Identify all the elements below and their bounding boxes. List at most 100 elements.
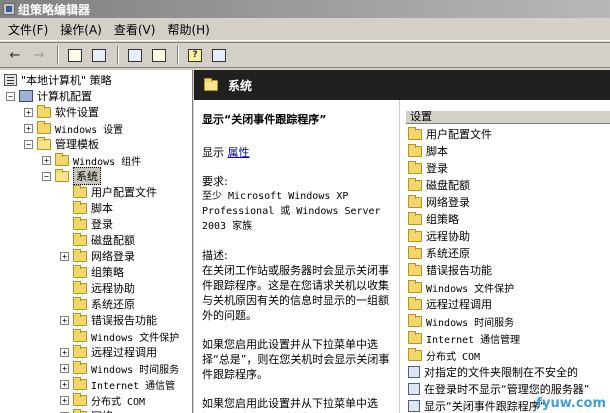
forward-button[interactable]: → (28, 45, 50, 65)
folder-icon (408, 126, 422, 140)
tree-item-computer-config[interactable]: − 计算机配置 (6, 88, 92, 104)
expand-toggle[interactable]: + (60, 347, 69, 357)
list-item[interactable]: Windows 时间服务 (408, 313, 514, 329)
setting-icon (408, 366, 420, 378)
policy-icon (4, 74, 17, 86)
setting-icon (408, 400, 420, 412)
requirements-label: 要求: (202, 175, 228, 188)
console-tree: "本地计算机" 策略 − 计算机配置 + 软件设置 + Windows 设置 −… (0, 70, 193, 413)
menu-action[interactable]: 操作(A) (56, 21, 110, 38)
list-item[interactable]: 系统还原 (408, 245, 470, 261)
collapse-toggle[interactable]: − (42, 171, 51, 181)
folder-icon (408, 228, 422, 242)
expand-toggle[interactable]: + (60, 363, 69, 373)
expand-toggle[interactable]: + (42, 155, 51, 165)
expand-toggle[interactable]: + (60, 395, 69, 405)
show-hide-tree-button[interactable] (88, 45, 110, 65)
folder-icon (408, 177, 422, 191)
up-one-level-button[interactable] (64, 45, 86, 65)
details-pane: 系统 显示“关闭事件跟踪程序” 显示 属性 要求: 至少 Microsoft W… (194, 70, 610, 413)
tree-item-admin-templates[interactable]: − 管理模板 (24, 136, 99, 152)
properties-link[interactable]: 属性 (228, 146, 250, 159)
description-paragraph: 如果您启用此设置并从下拉菜单中选择“总是”，则在您关机时会显示关闭事件跟踪程序。 (202, 338, 390, 381)
list-item[interactable]: 分布式 COM (408, 347, 480, 363)
folder-icon (408, 194, 422, 208)
description-view-icon (212, 48, 226, 62)
list-item[interactable]: 网络登录 (408, 194, 470, 210)
tree-item-system-child[interactable]: +网络 (60, 408, 113, 413)
export-list-button[interactable] (148, 45, 170, 65)
tree-item-software-settings[interactable]: + 软件设置 (24, 104, 99, 120)
folder-icon (408, 296, 422, 310)
folder-icon (73, 200, 87, 214)
collapse-toggle[interactable]: − (6, 91, 15, 101)
up-folder-icon (68, 48, 82, 62)
computer-icon (19, 90, 33, 102)
display-properties-line: 显示 属性 (202, 146, 250, 159)
list-item[interactable]: 远程过程调用 (408, 296, 492, 312)
tree-item-system-child[interactable]: + 远程过程调用 (60, 344, 157, 360)
tree-item-system-child[interactable]: + Internet 通信管 (60, 376, 175, 392)
folder-icon (73, 376, 87, 390)
open-folder-icon (55, 168, 69, 182)
folder-icon (408, 279, 422, 293)
folder-icon (73, 360, 87, 374)
tree-item-system-child[interactable]: 远程协助 (60, 280, 135, 296)
description-paragraph: 在关闭工作站或服务器时会显示关闭事件跟踪程序。这是在您请求关机以收集与关机原因有… (202, 264, 389, 322)
tree-item-system-child[interactable]: 组策略 (60, 264, 124, 280)
tree-item-system-child[interactable]: + 网络登录 (60, 248, 135, 264)
tree-item-system-child[interactable]: + 错误报告功能 (60, 312, 157, 328)
list-item[interactable]: 磁盘配额 (408, 177, 470, 193)
export-list-icon (152, 48, 166, 62)
expand-toggle[interactable]: + (24, 123, 33, 133)
list-item[interactable]: 对指定的文件夹限制在不安全的 (408, 364, 578, 380)
collapse-toggle[interactable]: − (24, 139, 33, 149)
menu-view[interactable]: 查看(V) (110, 21, 164, 38)
tree-item-system-child[interactable]: 系统还原 (60, 296, 135, 312)
expand-toggle[interactable]: + (60, 251, 69, 261)
tree-item-system-child[interactable]: 磁盘配额 (60, 232, 135, 248)
tree-item-root[interactable]: "本地计算机" 策略 (4, 72, 112, 88)
toolbar-separator (117, 46, 119, 64)
toolbar-separator (57, 46, 59, 64)
tree-item-windows-settings[interactable]: + Windows 设置 (24, 120, 123, 136)
gpedit-app-icon (3, 3, 15, 15)
properties-button[interactable] (124, 45, 146, 65)
open-folder-icon (204, 77, 218, 91)
menu-file[interactable]: 文件(F) (4, 21, 56, 38)
list-item[interactable]: 组策略 (408, 211, 459, 227)
tree-item-system-child[interactable]: Windows 文件保护 (60, 328, 179, 344)
list-item[interactable]: 错误报告功能 (408, 262, 492, 278)
list-item[interactable]: 在登录时不显示“管理您的服务器” (408, 381, 589, 397)
menu-help[interactable]: 帮助(H) (163, 21, 217, 38)
tree-item-windows-components[interactable]: + Windows 组件 (42, 152, 141, 168)
settings-list: 设置 用户配置文件 脚本 登录 磁盘配额 网络登录 组策略 远程协助 系统还原 … (399, 100, 610, 413)
list-item-selected[interactable]: 显示“关闭事件跟踪程序” (408, 398, 545, 413)
description-view-button[interactable] (208, 45, 230, 65)
expand-toggle[interactable]: + (60, 315, 69, 325)
list-item[interactable]: 脚本 (408, 143, 448, 159)
tree-item-system-child[interactable]: 登录 (60, 216, 113, 232)
tree-item-system-child[interactable]: 脚本 (60, 200, 113, 216)
folder-icon (37, 104, 51, 118)
list-item[interactable]: Windows 文件保护 (408, 279, 514, 295)
folder-icon (408, 330, 422, 344)
tree-item-system[interactable]: − 系统 (42, 167, 101, 185)
toolbar-separator (177, 46, 179, 64)
column-header-setting[interactable]: 设置 (405, 110, 610, 124)
tree-item-system-child[interactable]: + Windows 时间服务 (60, 360, 179, 376)
list-item[interactable]: 用户配置文件 (408, 126, 492, 142)
tree-item-system-child[interactable]: + 分布式 COM (60, 392, 145, 408)
expand-toggle[interactable]: + (60, 379, 69, 389)
list-item[interactable]: 登录 (408, 160, 448, 176)
list-item[interactable]: Internet 通信管理 (408, 330, 520, 346)
list-item[interactable]: 远程协助 (408, 228, 470, 244)
expand-toggle[interactable]: + (24, 107, 33, 117)
folder-icon (73, 264, 87, 278)
menu-bar: 文件(F) 操作(A) 查看(V) 帮助(H) (0, 19, 610, 41)
folder-icon (55, 152, 69, 166)
back-button[interactable]: ← (4, 45, 26, 65)
tree-item-system-child[interactable]: 用户配置文件 (60, 184, 157, 200)
description-paragraph: 如果您启用此设置并从下拉菜单中选择“仅服务器”，则在您关闭 (202, 397, 378, 413)
help-button[interactable]: ? (184, 45, 206, 65)
